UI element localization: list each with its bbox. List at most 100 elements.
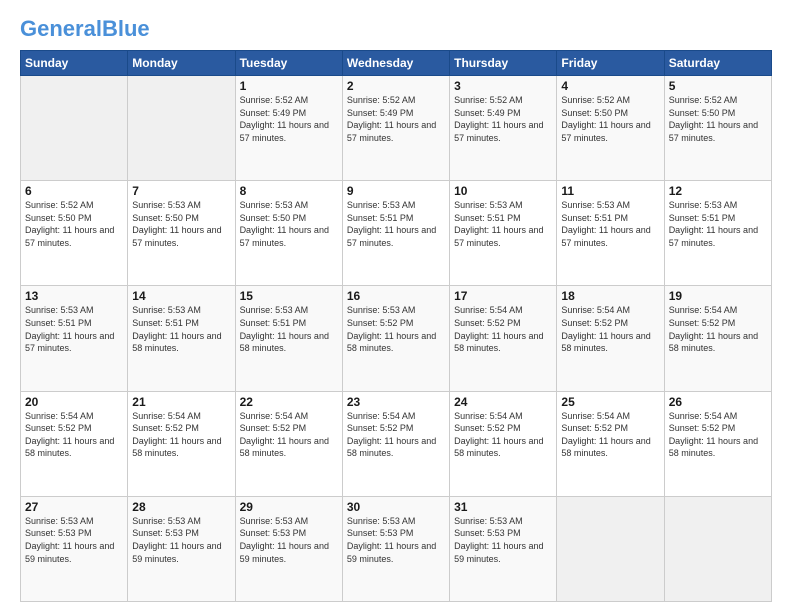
calendar-cell: 3Sunrise: 5:52 AM Sunset: 5:49 PM Daylig… (450, 76, 557, 181)
day-number: 4 (561, 79, 659, 93)
day-number: 12 (669, 184, 767, 198)
day-info: Sunrise: 5:54 AM Sunset: 5:52 PM Dayligh… (454, 410, 552, 460)
day-number: 15 (240, 289, 338, 303)
day-number: 10 (454, 184, 552, 198)
day-number: 17 (454, 289, 552, 303)
day-info: Sunrise: 5:53 AM Sunset: 5:52 PM Dayligh… (347, 304, 445, 354)
day-info: Sunrise: 5:53 AM Sunset: 5:53 PM Dayligh… (240, 515, 338, 565)
day-number: 16 (347, 289, 445, 303)
calendar-cell: 9Sunrise: 5:53 AM Sunset: 5:51 PM Daylig… (342, 181, 449, 286)
calendar-cell: 21Sunrise: 5:54 AM Sunset: 5:52 PM Dayli… (128, 391, 235, 496)
day-number: 13 (25, 289, 123, 303)
day-info: Sunrise: 5:53 AM Sunset: 5:51 PM Dayligh… (240, 304, 338, 354)
day-info: Sunrise: 5:53 AM Sunset: 5:50 PM Dayligh… (240, 199, 338, 249)
weekday-header-saturday: Saturday (664, 51, 771, 76)
week-row-4: 20Sunrise: 5:54 AM Sunset: 5:52 PM Dayli… (21, 391, 772, 496)
calendar-cell: 20Sunrise: 5:54 AM Sunset: 5:52 PM Dayli… (21, 391, 128, 496)
calendar-cell: 26Sunrise: 5:54 AM Sunset: 5:52 PM Dayli… (664, 391, 771, 496)
day-info: Sunrise: 5:53 AM Sunset: 5:53 PM Dayligh… (132, 515, 230, 565)
day-info: Sunrise: 5:52 AM Sunset: 5:50 PM Dayligh… (669, 94, 767, 144)
calendar-cell: 7Sunrise: 5:53 AM Sunset: 5:50 PM Daylig… (128, 181, 235, 286)
day-info: Sunrise: 5:53 AM Sunset: 5:51 PM Dayligh… (669, 199, 767, 249)
day-info: Sunrise: 5:53 AM Sunset: 5:53 PM Dayligh… (347, 515, 445, 565)
day-info: Sunrise: 5:53 AM Sunset: 5:53 PM Dayligh… (25, 515, 123, 565)
day-number: 9 (347, 184, 445, 198)
calendar-cell: 8Sunrise: 5:53 AM Sunset: 5:50 PM Daylig… (235, 181, 342, 286)
calendar-cell: 15Sunrise: 5:53 AM Sunset: 5:51 PM Dayli… (235, 286, 342, 391)
calendar-cell (128, 76, 235, 181)
day-number: 14 (132, 289, 230, 303)
day-info: Sunrise: 5:54 AM Sunset: 5:52 PM Dayligh… (347, 410, 445, 460)
day-info: Sunrise: 5:54 AM Sunset: 5:52 PM Dayligh… (240, 410, 338, 460)
page: GeneralBlue SundayMondayTuesdayWednesday… (0, 0, 792, 612)
weekday-header-friday: Friday (557, 51, 664, 76)
day-number: 29 (240, 500, 338, 514)
day-number: 31 (454, 500, 552, 514)
day-number: 27 (25, 500, 123, 514)
day-number: 28 (132, 500, 230, 514)
day-number: 3 (454, 79, 552, 93)
calendar-cell: 6Sunrise: 5:52 AM Sunset: 5:50 PM Daylig… (21, 181, 128, 286)
calendar-cell: 24Sunrise: 5:54 AM Sunset: 5:52 PM Dayli… (450, 391, 557, 496)
day-info: Sunrise: 5:53 AM Sunset: 5:53 PM Dayligh… (454, 515, 552, 565)
day-info: Sunrise: 5:52 AM Sunset: 5:49 PM Dayligh… (347, 94, 445, 144)
day-info: Sunrise: 5:54 AM Sunset: 5:52 PM Dayligh… (454, 304, 552, 354)
calendar-cell: 27Sunrise: 5:53 AM Sunset: 5:53 PM Dayli… (21, 496, 128, 601)
day-info: Sunrise: 5:53 AM Sunset: 5:50 PM Dayligh… (132, 199, 230, 249)
logo-general: General (20, 16, 102, 41)
week-row-2: 6Sunrise: 5:52 AM Sunset: 5:50 PM Daylig… (21, 181, 772, 286)
week-row-1: 1Sunrise: 5:52 AM Sunset: 5:49 PM Daylig… (21, 76, 772, 181)
day-info: Sunrise: 5:52 AM Sunset: 5:49 PM Dayligh… (240, 94, 338, 144)
calendar-cell: 25Sunrise: 5:54 AM Sunset: 5:52 PM Dayli… (557, 391, 664, 496)
day-info: Sunrise: 5:54 AM Sunset: 5:52 PM Dayligh… (669, 410, 767, 460)
calendar-cell (664, 496, 771, 601)
day-number: 19 (669, 289, 767, 303)
day-info: Sunrise: 5:54 AM Sunset: 5:52 PM Dayligh… (25, 410, 123, 460)
day-number: 20 (25, 395, 123, 409)
day-number: 18 (561, 289, 659, 303)
day-info: Sunrise: 5:53 AM Sunset: 5:51 PM Dayligh… (454, 199, 552, 249)
calendar-cell: 12Sunrise: 5:53 AM Sunset: 5:51 PM Dayli… (664, 181, 771, 286)
day-info: Sunrise: 5:53 AM Sunset: 5:51 PM Dayligh… (132, 304, 230, 354)
day-number: 6 (25, 184, 123, 198)
day-info: Sunrise: 5:52 AM Sunset: 5:50 PM Dayligh… (25, 199, 123, 249)
calendar-cell: 2Sunrise: 5:52 AM Sunset: 5:49 PM Daylig… (342, 76, 449, 181)
day-info: Sunrise: 5:54 AM Sunset: 5:52 PM Dayligh… (561, 304, 659, 354)
calendar-cell (557, 496, 664, 601)
day-number: 8 (240, 184, 338, 198)
calendar-cell: 1Sunrise: 5:52 AM Sunset: 5:49 PM Daylig… (235, 76, 342, 181)
calendar-cell: 30Sunrise: 5:53 AM Sunset: 5:53 PM Dayli… (342, 496, 449, 601)
weekday-header-thursday: Thursday (450, 51, 557, 76)
day-number: 23 (347, 395, 445, 409)
calendar-cell: 16Sunrise: 5:53 AM Sunset: 5:52 PM Dayli… (342, 286, 449, 391)
day-info: Sunrise: 5:53 AM Sunset: 5:51 PM Dayligh… (561, 199, 659, 249)
calendar-cell: 22Sunrise: 5:54 AM Sunset: 5:52 PM Dayli… (235, 391, 342, 496)
week-row-5: 27Sunrise: 5:53 AM Sunset: 5:53 PM Dayli… (21, 496, 772, 601)
calendar-cell: 19Sunrise: 5:54 AM Sunset: 5:52 PM Dayli… (664, 286, 771, 391)
day-number: 11 (561, 184, 659, 198)
logo: GeneralBlue (20, 18, 150, 40)
day-number: 5 (669, 79, 767, 93)
calendar-cell: 29Sunrise: 5:53 AM Sunset: 5:53 PM Dayli… (235, 496, 342, 601)
day-info: Sunrise: 5:52 AM Sunset: 5:50 PM Dayligh… (561, 94, 659, 144)
logo-text: GeneralBlue (20, 18, 150, 40)
week-row-3: 13 Sunrise: 5:53 AM Sunset: 5:51 PM Dayli… (21, 286, 772, 391)
weekday-header-row: SundayMondayTuesdayWednesdayThursdayFrid… (21, 51, 772, 76)
day-info: Sunrise: 5:54 AM Sunset: 5:52 PM Dayligh… (669, 304, 767, 354)
weekday-header-sunday: Sunday (21, 51, 128, 76)
day-info: Sunrise: 5:53 AM Sunset: 5:51 PM Dayligh… (347, 199, 445, 249)
weekday-header-monday: Monday (128, 51, 235, 76)
weekday-header-tuesday: Tuesday (235, 51, 342, 76)
day-number: 7 (132, 184, 230, 198)
calendar-cell: 18Sunrise: 5:54 AM Sunset: 5:52 PM Dayli… (557, 286, 664, 391)
calendar-cell: 14Sunrise: 5:53 AM Sunset: 5:51 PM Dayli… (128, 286, 235, 391)
calendar-cell: 13Sunrise: 5:53 AM Sunset: 5:51 PM Dayli… (21, 286, 128, 391)
day-info: Sunrise: 5:52 AM Sunset: 5:49 PM Dayligh… (454, 94, 552, 144)
logo-blue: Blue (102, 16, 150, 41)
calendar-cell: 28Sunrise: 5:53 AM Sunset: 5:53 PM Dayli… (128, 496, 235, 601)
calendar-cell: 11Sunrise: 5:53 AM Sunset: 5:51 PM Dayli… (557, 181, 664, 286)
day-number: 2 (347, 79, 445, 93)
calendar-cell (21, 76, 128, 181)
calendar-cell: 17Sunrise: 5:54 AM Sunset: 5:52 PM Dayli… (450, 286, 557, 391)
day-info: Sunrise: 5:54 AM Sunset: 5:52 PM Dayligh… (561, 410, 659, 460)
